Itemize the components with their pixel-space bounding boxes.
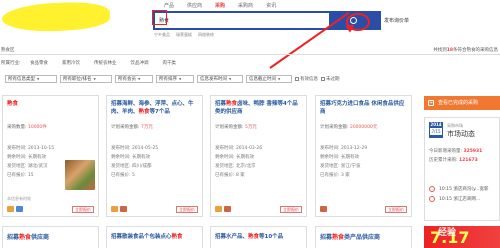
- post-inquiry-link[interactable]: 发布询价单: [384, 17, 409, 24]
- card-info: 发布时间: 2014-05-25 剩余时间: 长期有效 发货地区: 四川/成都 已有报…: [111, 146, 159, 178]
- card-title[interactable]: 招募巧克力进口食品 休闲食品供应商: [320, 100, 408, 116]
- hot-link[interactable]: 瑞莱蛋糕: [176, 32, 192, 38]
- search-input[interactable]: [157, 15, 327, 26]
- filter-member[interactable]: 所有会员: [115, 75, 153, 83]
- checkbox-unexpired[interactable]: 未过期: [321, 76, 340, 82]
- verified-badge-icon: [16, 206, 23, 212]
- card-title[interactable]: 招募熟食卤味、鸭脖 香辣等4个品类的供应商: [215, 100, 303, 116]
- category-item[interactable]: 食品零食: [30, 60, 48, 66]
- result-count: 共找到18条符合熟食的采购信息: [433, 48, 498, 53]
- card-title[interactable]: 招募熟食供应商: [7, 232, 49, 241]
- card-title[interactable]: 招募散装食品个包装点心熟食: [111, 232, 183, 240]
- filter-bar: 所有信息类型 所有职位/排名 所有会员 所有排序 信息发布时间 信息截止时间 有…: [5, 75, 340, 83]
- purchase-card[interactable]: 招募熟食卤味、鸭脖 香辣等4个品类的供应商 计划采购金额: 5万元 发布时间: …: [210, 95, 307, 217]
- purchase-card[interactable]: 招募熟食供应商: [2, 226, 99, 248]
- checkbox-icon: [295, 77, 299, 81]
- category-item[interactable]: 饮品冲调: [131, 60, 149, 66]
- card-title[interactable]: 招募熟食类产品供应商: [320, 232, 380, 241]
- quote-button[interactable]: 立即报价: [176, 206, 198, 213]
- checkbox-valid[interactable]: 有效信息: [295, 76, 318, 82]
- site-logo[interactable]: [1, 0, 111, 34]
- stat-total: 历史累计采购: 121673: [429, 158, 478, 163]
- member-badge-icon: [224, 206, 231, 212]
- quote-button[interactable]: 立即报价: [280, 206, 302, 213]
- quote-button[interactable]: 立即报价: [72, 206, 94, 213]
- filter-info-type[interactable]: 所有信息类型: [5, 75, 57, 83]
- purchase-card[interactable]: 招募巧克力进口食品 休闲食品供应商 计划采购金额: 20000000元 发布时间…: [315, 95, 412, 217]
- quote-button[interactable]: 立即报价: [385, 206, 407, 213]
- hot-link[interactable]: 网络装修: [198, 32, 214, 38]
- market-title: 市场动态: [447, 130, 475, 138]
- card-badges: [7, 206, 23, 212]
- calendar-icon: 2014 7/15: [429, 122, 443, 138]
- card-badges: [111, 206, 127, 212]
- filter-deadline[interactable]: 信息截止时间: [246, 75, 292, 83]
- filter-sort[interactable]: 所有排序: [156, 75, 194, 83]
- card-title[interactable]: 招募水产品、熟食等10个品: [215, 232, 283, 240]
- category-bar: 所属行业: 食品零食 家用冷饮 传统农林业 饮品冲调 肉干类: [0, 58, 500, 68]
- card-title[interactable]: 熟食: [7, 100, 95, 108]
- market-panel: 2014 7/15 采购市场 市场动态 今日新增采购量: 325931 历史累计…: [424, 117, 500, 221]
- card-badges: [320, 206, 327, 212]
- card-badges: [215, 206, 231, 212]
- news-item[interactable]: 10:15 浙店商沟(y...宽新: [439, 186, 488, 192]
- stat-today: 今日新增采购量: 325931: [429, 149, 483, 154]
- tab-news[interactable]: 资讯: [266, 2, 276, 9]
- card-note: 本信息有时效: [7, 196, 31, 201]
- tab-buyers[interactable]: 采购商: [238, 2, 253, 9]
- credit-badge-icon: [7, 206, 14, 212]
- purchase-card[interactable]: 招募熟食类产品供应商: [315, 226, 412, 248]
- checkbox-icon: [321, 77, 325, 81]
- category-label: 所属行业:: [1, 61, 21, 66]
- card-info: 发布时间: 2013-12-29 剩余时间: 长期有效 发货地区: 浙江/宁波 已有报…: [320, 146, 368, 178]
- tab-suppliers[interactable]: 供应商: [187, 2, 202, 9]
- result-summary-bar: 熟食区 共找到18条符合熟食的采购信息: [0, 46, 500, 55]
- card-title[interactable]: 招募海鲜、海参、浮萍、点心、牛肉、羊肉、熟食等7个品: [111, 100, 199, 116]
- card-budget: 计划采购金额: 5万元: [215, 125, 257, 130]
- card-budget: 采购数量: 10000件: [7, 125, 47, 130]
- purchase-card[interactable]: 招募海鲜、海参、浮萍、点心、牛肉、羊肉、熟食等7个品 计划采购金额: 7万元 发…: [106, 95, 203, 217]
- clock-icon: [429, 186, 435, 192]
- search-category-tabs: 产品 供应商 采购 采购商 资讯: [164, 2, 276, 9]
- view-completed-button[interactable]: + 查看已完成的采购: [424, 96, 500, 110]
- card-budget: 计划采购金额: 20000000元: [320, 125, 378, 130]
- card-info: 发布时间: 2014-03-26 剩余时间: 长期有效 发货地区: 北京/北京 已有报…: [215, 146, 263, 178]
- purchase-card[interactable]: 招募水产品、熟食等10个品: [210, 226, 307, 248]
- plus-icon: +: [428, 100, 434, 106]
- promo-banner[interactable]: 7.17: [424, 226, 500, 248]
- watermark: 经验: [438, 228, 457, 238]
- clock-icon: [429, 196, 435, 202]
- card-budget: 计划采购金额: 7万元: [111, 125, 153, 130]
- tab-purchase[interactable]: 采购: [215, 2, 225, 9]
- credit-badge-icon: [111, 206, 118, 212]
- current-location: 熟食区: [1, 48, 15, 53]
- credit-badge-icon: [215, 206, 222, 212]
- member-badge-icon: [320, 206, 327, 212]
- purchase-card[interactable]: 招募散装食品个包装点心熟食: [106, 226, 203, 248]
- tab-products[interactable]: 产品: [164, 2, 174, 9]
- filter-publish-time[interactable]: 信息发布时间: [197, 75, 243, 83]
- member-badge-icon: [120, 206, 127, 212]
- hot-search-links: 宁乡美品 瑞莱蛋糕 网络装修: [154, 32, 214, 38]
- annotation-input-highlight: [152, 10, 167, 25]
- category-item[interactable]: 传统农林业: [94, 60, 117, 66]
- card-info: 发布时间: 2013-10-15 剩余时间: 长期有效 发货地区: 湖北/武汉 已有报…: [7, 146, 55, 178]
- product-thumbnail[interactable]: [65, 160, 95, 190]
- news-item[interactable]: 10:15 浙江店商网...: [439, 196, 480, 202]
- purchase-card[interactable]: 熟食 采购数量: 10000件 发布时间: 2013-10-15 剩余时间: 长期…: [2, 95, 99, 217]
- hot-link[interactable]: 宁乡美品: [154, 32, 170, 38]
- category-item[interactable]: 肉干类: [163, 60, 177, 66]
- filter-rank[interactable]: 所有职位/排名: [60, 75, 112, 83]
- category-item[interactable]: 家用冷饮: [62, 60, 80, 66]
